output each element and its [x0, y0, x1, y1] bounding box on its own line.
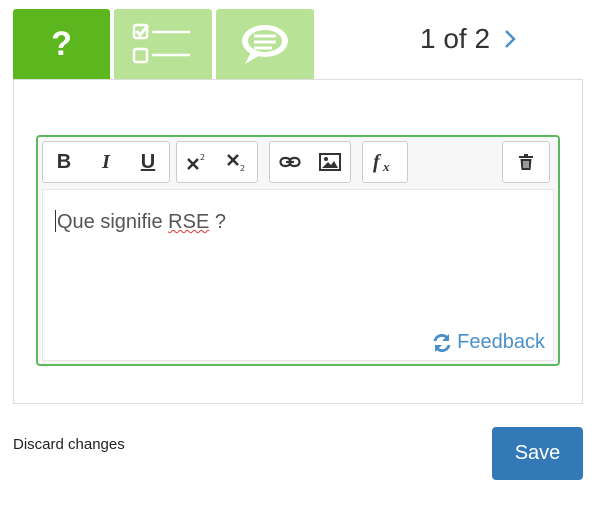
link-icon[interactable]	[270, 142, 310, 182]
pager-text: 1 of 2	[420, 23, 491, 54]
question-text-start: Que signifie	[57, 211, 169, 233]
formula-fx-icon[interactable]: f x	[363, 142, 407, 182]
toolbar-group-format: B I U	[42, 141, 170, 183]
bold-button[interactable]: B	[43, 142, 85, 182]
toolbar-group-script: 2 2	[176, 141, 258, 183]
question-text-end: ?	[209, 211, 226, 233]
refresh-icon	[433, 333, 451, 352]
feedback-link[interactable]: Feedback	[432, 331, 545, 354]
underline-button[interactable]: U	[127, 142, 169, 182]
svg-text:2: 2	[240, 164, 245, 172]
tab-choices[interactable]	[114, 9, 212, 79]
svg-text:f: f	[373, 151, 382, 173]
superscript-icon[interactable]: 2	[177, 142, 217, 182]
question-panel: B I U 2 2 f x Que signifie RSE ? Feedbac…	[13, 79, 583, 404]
speech-bubble-icon	[242, 25, 288, 64]
toolbar-group-formula: f x	[362, 141, 408, 183]
toolbar-group-delete	[502, 141, 550, 183]
tab-feedback[interactable]	[216, 9, 314, 79]
editor-content-area[interactable]: Que signifie RSE ? Feedback	[42, 189, 554, 361]
question-mark-icon: ?	[51, 25, 72, 63]
discard-changes-link[interactable]: Discard changes	[13, 436, 125, 453]
pager: 1 of 2	[420, 22, 518, 56]
trash-icon[interactable]	[503, 142, 549, 182]
image-icon[interactable]	[310, 142, 350, 182]
tab-question[interactable]: ?	[13, 9, 110, 79]
text-caret	[55, 210, 56, 232]
subscript-icon[interactable]: 2	[217, 142, 257, 182]
italic-button[interactable]: I	[85, 142, 127, 182]
question-text: Que signifie RSE ?	[55, 210, 226, 234]
toolbar-group-insert	[269, 141, 351, 183]
chevron-right-icon[interactable]	[504, 28, 518, 50]
save-button[interactable]: Save	[492, 427, 583, 480]
svg-text:2: 2	[200, 153, 205, 162]
feedback-label: Feedback	[457, 331, 545, 353]
svg-text:x: x	[382, 159, 390, 174]
checklist-icon	[132, 23, 190, 64]
misspelled-word: RSE	[168, 211, 210, 233]
rich-text-editor: B I U 2 2 f x Que signifie RSE ? Feedbac…	[36, 135, 560, 366]
